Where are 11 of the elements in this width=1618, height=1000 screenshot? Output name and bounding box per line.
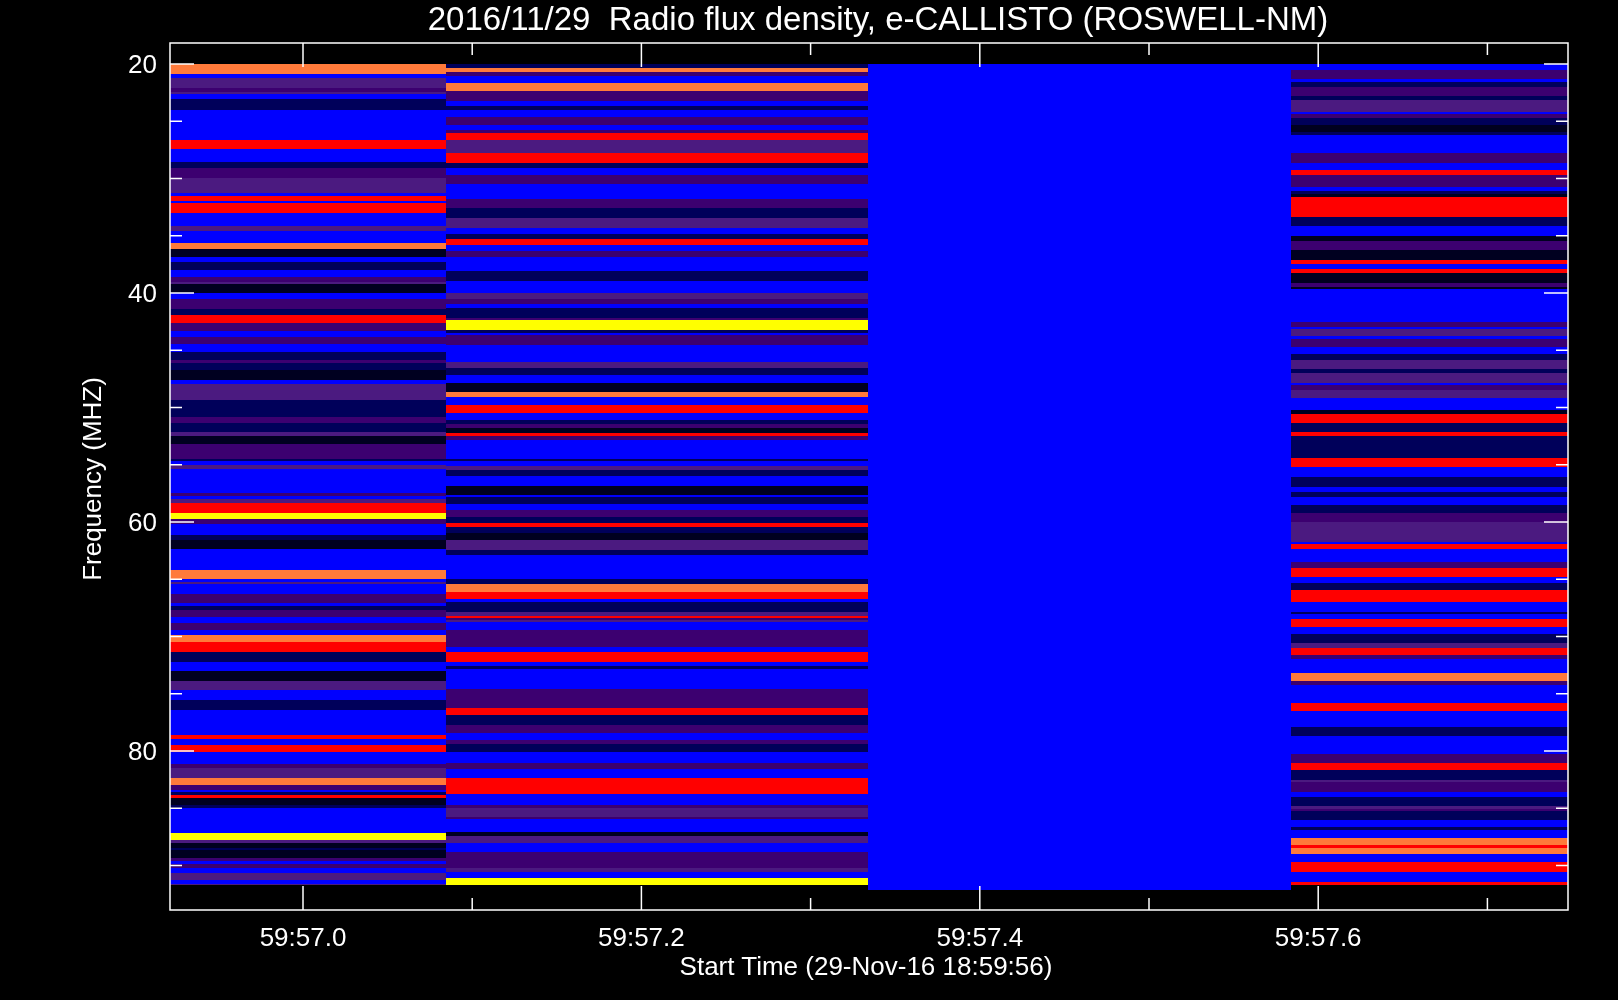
y-tick-label: 80 (128, 736, 157, 766)
x-tick-label: 59:57.4 (936, 922, 1024, 952)
x-tick-label: 59:57.2 (598, 922, 685, 952)
chart-title: 2016/11/29 Radio flux density, e-CALLISTO (ROSWELL-NM) (427, 0, 1329, 37)
y-axis-label: Frequency (MHZ) (77, 377, 107, 581)
y-tick-label: 40 (128, 278, 157, 308)
x-tick-label: 59:57.0 (259, 922, 347, 952)
x-axis-label: Start Time (29-Nov-16 18:59:56) (679, 951, 1053, 981)
y-tick-label: 20 (128, 49, 157, 79)
y-tick-label: 60 (128, 507, 157, 537)
x-tick-label: 59:57.6 (1274, 922, 1362, 952)
